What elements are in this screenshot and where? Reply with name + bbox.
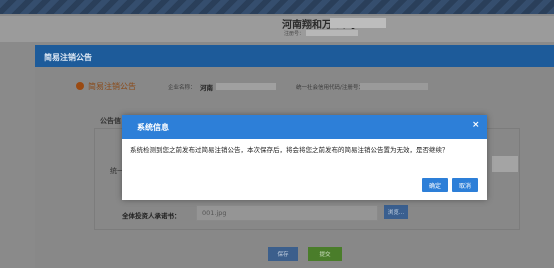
enterprise-name-value: 河南 [200, 84, 213, 92]
investor-commitment-label: 全体投资人承诺书： [122, 212, 181, 220]
investor-file-name: 001.jpg [202, 209, 227, 217]
banner-pattern [0, 0, 554, 14]
panel-title: 简易注销公告 [44, 53, 92, 62]
cancel-button[interactable]: 取消 [452, 178, 478, 192]
browse-button[interactable]: 浏览... [384, 205, 408, 219]
company-header: 河南翔和万 公司 注册号： [0, 16, 554, 42]
dialog-message: 系统检测到您之前发布过简易注销公告，本次保存后，将会将您之前发布的简易注销公告置… [130, 146, 449, 154]
side-field[interactable] [492, 156, 518, 172]
registration-label: 注册号： [284, 31, 305, 37]
submit-button[interactable]: 提交 [308, 247, 342, 261]
save-button[interactable]: 保存 [268, 247, 298, 261]
section-label: 公告信 [100, 117, 121, 125]
credit-code-redaction [360, 83, 428, 90]
dialog-title: 系统信息 [137, 123, 169, 132]
panel-header [35, 45, 554, 67]
close-icon[interactable]: × [472, 120, 480, 130]
confirm-button[interactable]: 确定 [422, 178, 448, 192]
enterprise-name-redaction [216, 83, 276, 90]
enterprise-name-label: 企业名称： [168, 85, 196, 91]
registration-redaction [306, 30, 358, 36]
dialog-header: 系统信息 × [122, 115, 487, 139]
announcement-type: 简易注销公告 [88, 82, 136, 91]
company-name-redaction [330, 18, 386, 28]
system-info-dialog: 系统信息 × 系统检测到您之前发布过简易注销公告，本次保存后，将会将您之前发布的… [122, 115, 487, 200]
announcement-icon [76, 82, 84, 90]
top-banner [0, 0, 554, 14]
credit-code-label: 统一社会信用代码/注册号： [296, 85, 364, 91]
